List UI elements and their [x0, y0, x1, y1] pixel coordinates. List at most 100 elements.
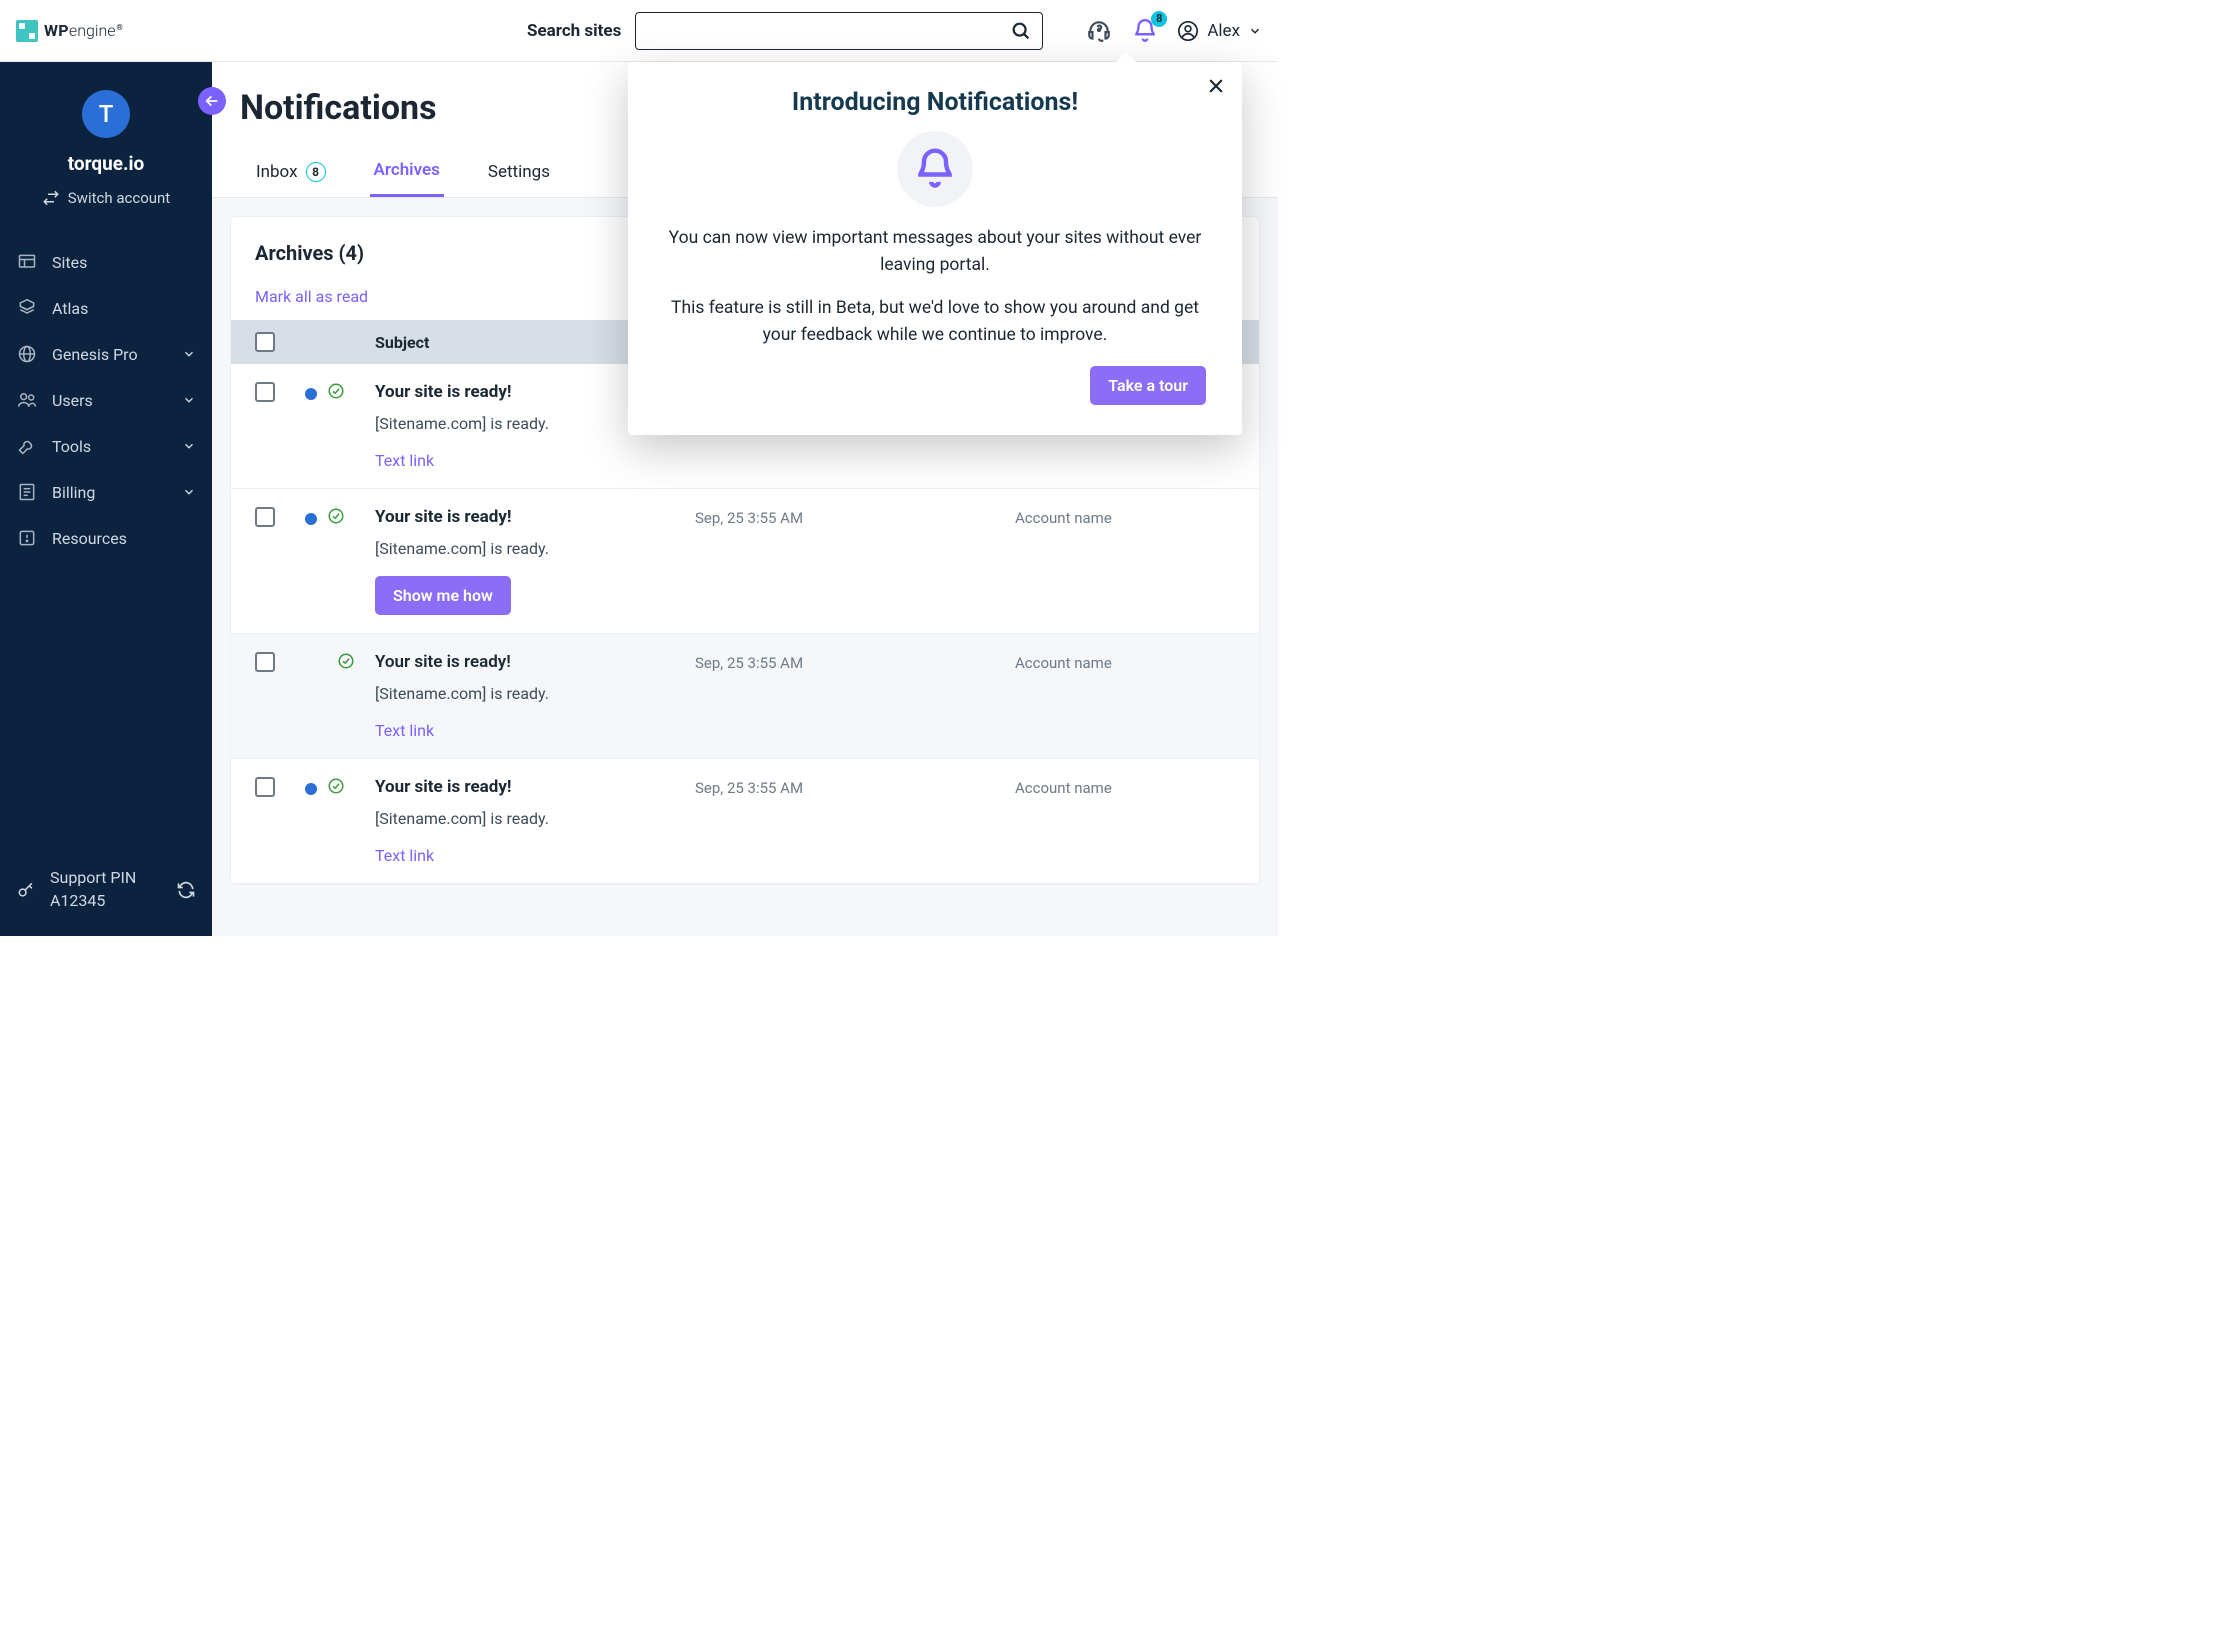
- row-subject: Your site is ready!: [375, 652, 675, 672]
- tools-icon: [16, 435, 38, 457]
- logo[interactable]: WPengine®: [16, 20, 123, 42]
- chevron-down-icon: [182, 347, 196, 361]
- switch-account-link[interactable]: Switch account: [12, 189, 200, 207]
- sidebar-item-label: Genesis Pro: [52, 345, 138, 364]
- bell-badge: 8: [1151, 11, 1167, 27]
- row-action-button[interactable]: Show me how: [375, 576, 511, 615]
- notifications-bell-icon[interactable]: 8: [1131, 17, 1159, 45]
- row-account: Account name: [1015, 507, 1235, 527]
- row-subject: Your site is ready!: [375, 777, 675, 797]
- tab-settings[interactable]: Settings: [484, 146, 554, 197]
- resources-icon: [16, 527, 38, 549]
- unread-dot-icon: [305, 783, 317, 795]
- user-menu[interactable]: Alex: [1177, 20, 1262, 42]
- logo-text-wp: WP: [44, 21, 69, 40]
- support-icon[interactable]: [1085, 17, 1113, 45]
- row-timestamp: Sep, 25 3:55 AM: [695, 652, 995, 672]
- switch-account-label: Switch account: [68, 189, 170, 207]
- row-account: Account name: [1015, 652, 1235, 672]
- swap-icon: [42, 189, 60, 207]
- row-subject: Your site is ready!: [375, 507, 675, 527]
- row-checkbox[interactable]: [255, 777, 275, 797]
- tab-label: Archives: [374, 160, 440, 180]
- tab-archives[interactable]: Archives: [370, 146, 444, 197]
- sidebar-item-label: Users: [52, 391, 93, 410]
- sidebar-item-label: Tools: [52, 437, 91, 456]
- sidebar-nav: Sites Atlas Genesis Pro Users Tools Bill…: [0, 239, 212, 561]
- sidebar-item-tools[interactable]: Tools: [0, 423, 212, 469]
- notification-row: Your site is ready! [Sitename.com] is re…: [231, 489, 1259, 634]
- logo-text-engine: engine: [69, 21, 116, 40]
- collapse-sidebar-button[interactable]: [198, 87, 226, 115]
- close-icon[interactable]: [1206, 76, 1226, 96]
- account-name: torque.io: [12, 152, 200, 175]
- key-icon: [16, 880, 36, 900]
- popover-title: Introducing Notifications!: [664, 88, 1206, 117]
- check-circle-icon: [327, 382, 345, 400]
- sidebar: T torque.io Switch account Sites Atlas G…: [0, 62, 212, 936]
- support-pin-value: A12345: [50, 890, 136, 912]
- tab-inbox[interactable]: Inbox 8: [252, 146, 330, 197]
- row-account: Account name: [1015, 777, 1235, 797]
- support-pin-label: Support PIN: [50, 867, 136, 889]
- billing-icon: [16, 481, 38, 503]
- unread-dot-icon: [305, 513, 317, 525]
- logo-mark-icon: [16, 20, 38, 42]
- tab-badge: 8: [306, 162, 326, 182]
- row-checkbox[interactable]: [255, 382, 275, 402]
- popover-body-2: This feature is still in Beta, but we'd …: [664, 295, 1206, 349]
- arrow-left-icon: [204, 93, 220, 109]
- sites-icon: [16, 251, 38, 273]
- popover-body-1: You can now view important messages abou…: [664, 225, 1206, 279]
- row-body: [Sitename.com] is ready.: [375, 539, 675, 558]
- row-checkbox[interactable]: [255, 507, 275, 527]
- search-input[interactable]: [646, 22, 1010, 40]
- sidebar-item-label: Atlas: [52, 299, 88, 318]
- sidebar-item-sites[interactable]: Sites: [0, 239, 212, 285]
- notification-row: Your site is ready! [Sitename.com] is re…: [231, 759, 1259, 884]
- row-action-link[interactable]: Text link: [375, 451, 434, 470]
- sidebar-item-label: Sites: [52, 253, 87, 272]
- account-avatar: T: [82, 90, 130, 138]
- check-circle-icon: [327, 507, 345, 525]
- genesis-icon: [16, 343, 38, 365]
- refresh-pin-icon[interactable]: [176, 880, 196, 900]
- search-icon[interactable]: [1010, 20, 1032, 42]
- bell-icon: [913, 147, 957, 191]
- select-all-checkbox[interactable]: [255, 332, 275, 352]
- tab-label: Settings: [488, 162, 550, 182]
- atlas-icon: [16, 297, 38, 319]
- row-timestamp: Sep, 25 3:55 AM: [695, 507, 995, 527]
- sidebar-item-billing[interactable]: Billing: [0, 469, 212, 515]
- users-icon: [16, 389, 38, 411]
- search-label: Search sites: [527, 21, 621, 41]
- tab-label: Inbox: [256, 162, 298, 182]
- row-checkbox[interactable]: [255, 652, 275, 672]
- user-name: Alex: [1207, 21, 1240, 41]
- check-circle-icon: [337, 652, 355, 670]
- row-body: [Sitename.com] is ready.: [375, 809, 675, 828]
- search-input-wrap[interactable]: [635, 12, 1043, 50]
- row-body: [Sitename.com] is ready.: [375, 684, 675, 703]
- user-icon: [1177, 20, 1199, 42]
- row-action-link[interactable]: Text link: [375, 846, 434, 865]
- chevron-down-icon: [182, 393, 196, 407]
- notification-row: Your site is ready! [Sitename.com] is re…: [231, 634, 1259, 759]
- check-circle-icon: [327, 777, 345, 795]
- row-action-link[interactable]: Text link: [375, 721, 434, 740]
- take-tour-button[interactable]: Take a tour: [1090, 366, 1206, 405]
- chevron-down-icon: [182, 439, 196, 453]
- row-timestamp: Sep, 25 3:55 AM: [695, 777, 995, 797]
- chevron-down-icon: [1248, 24, 1262, 38]
- chevron-down-icon: [182, 485, 196, 499]
- panel-title: Archives (4): [255, 241, 364, 265]
- sidebar-item-atlas[interactable]: Atlas: [0, 285, 212, 331]
- support-pin: Support PIN A12345: [0, 867, 212, 936]
- popover-illustration: [897, 131, 973, 207]
- unread-dot-icon: [305, 388, 317, 400]
- sidebar-item-resources[interactable]: Resources: [0, 515, 212, 561]
- sidebar-item-users[interactable]: Users: [0, 377, 212, 423]
- sidebar-item-label: Resources: [52, 529, 127, 548]
- sidebar-item-genesis[interactable]: Genesis Pro: [0, 331, 212, 377]
- intro-popover: Introducing Notifications! You can now v…: [628, 62, 1242, 435]
